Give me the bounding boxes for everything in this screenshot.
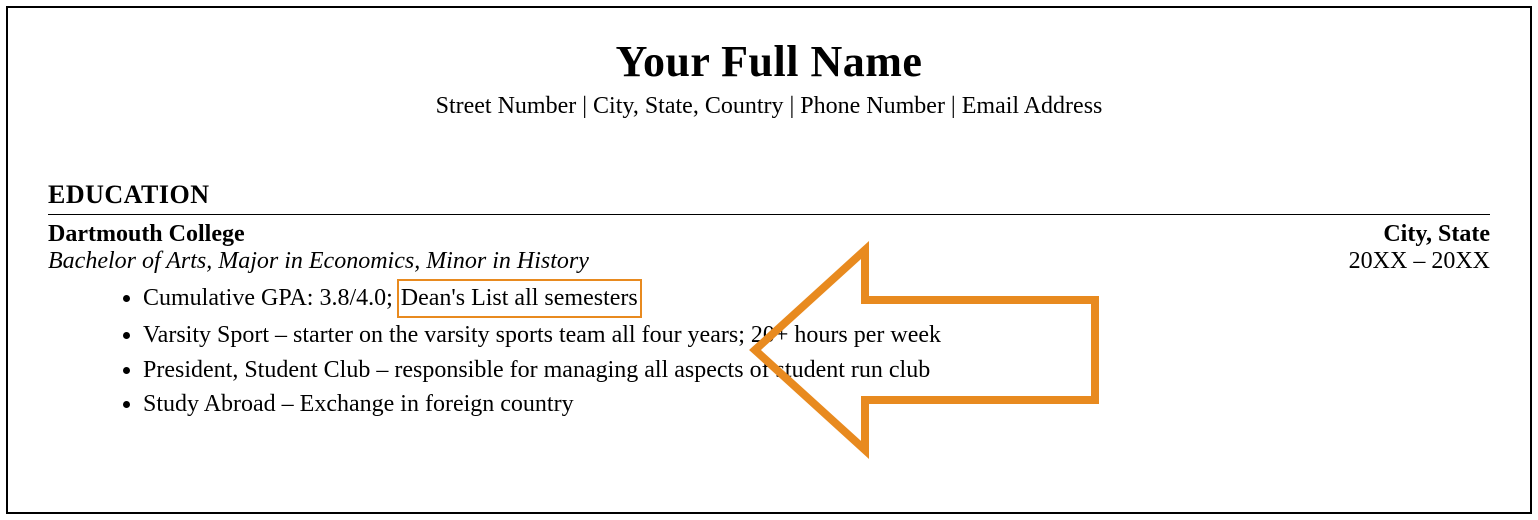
bullet-study-abroad: Study Abroad – Exchange in foreign count… (143, 387, 1490, 422)
degree-line: Bachelor of Arts, Major in Economics, Mi… (48, 248, 589, 275)
section-title-education: EDUCATION (48, 180, 1490, 210)
page-border: Your Full Name Street Number | City, Sta… (6, 6, 1532, 514)
bullet-gpa-prefix: Cumulative GPA: 3.8/4.0; (143, 285, 399, 311)
contact-line: Street Number | City, State, Country | P… (48, 93, 1490, 120)
bullet-gpa: Cumulative GPA: 3.8/4.0; Dean's List all… (143, 279, 1490, 318)
education-bullets: Cumulative GPA: 3.8/4.0; Dean's List all… (48, 279, 1490, 422)
section-rule (48, 214, 1490, 215)
education-row-degree: Bachelor of Arts, Major in Economics, Mi… (48, 248, 1490, 275)
resume-header: Your Full Name Street Number | City, Sta… (48, 36, 1490, 120)
deans-list-highlight: Dean's List all semesters (397, 279, 642, 318)
degree-dates: 20XX – 20XX (1349, 248, 1490, 275)
education-row-school: Dartmouth College City, State (48, 221, 1490, 248)
bullet-president: President, Student Club – responsible fo… (143, 353, 1490, 388)
education-section: EDUCATION Dartmouth College City, State … (48, 180, 1490, 422)
bullet-varsity: Varsity Sport – starter on the varsity s… (143, 318, 1490, 353)
school-name: Dartmouth College (48, 221, 245, 248)
full-name: Your Full Name (48, 36, 1490, 87)
school-location: City, State (1383, 221, 1490, 248)
